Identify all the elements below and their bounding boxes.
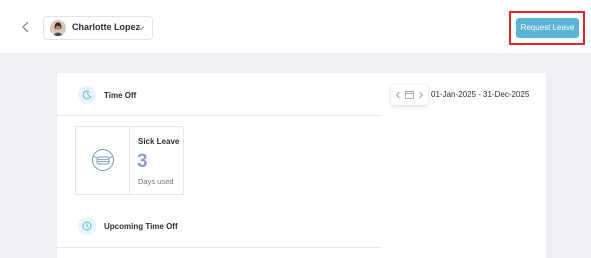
leave-count: 3 xyxy=(137,151,148,172)
next-period-icon[interactable] xyxy=(417,90,425,100)
leave-balance-card: Sick Leave 3 Days used xyxy=(75,126,184,195)
divider xyxy=(57,115,381,116)
employee-selector[interactable]: Charlotte Lopez xyxy=(43,16,153,40)
date-range: 01-Jan-2025 - 31-Dec-2025 xyxy=(431,90,530,99)
upcoming-time-off-title: Upcoming Time Off xyxy=(104,222,178,231)
leave-type: Sick Leave xyxy=(138,137,180,146)
back-button[interactable] xyxy=(18,19,34,35)
clock-icon xyxy=(78,217,96,235)
divider xyxy=(57,247,381,248)
time-off-card: Time Off 01-Jan-2025 - 31-Dec-2025 Sick … xyxy=(57,73,546,258)
card-divider xyxy=(129,127,130,194)
employee-name: Charlotte Lopez xyxy=(72,22,141,32)
sick-mask-icon xyxy=(92,149,114,171)
date-navigator xyxy=(391,85,428,105)
prev-period-icon[interactable] xyxy=(394,90,402,100)
time-off-title: Time Off xyxy=(104,91,137,100)
top-bar: Charlotte Lopez Request Leave xyxy=(0,0,591,53)
avatar xyxy=(50,20,66,36)
moon-icon xyxy=(78,86,96,104)
calendar-icon[interactable] xyxy=(405,90,414,99)
request-leave-button[interactable]: Request Leave xyxy=(516,18,579,38)
leave-unit: Days used xyxy=(138,177,174,186)
chevron-left-icon xyxy=(22,21,29,33)
chevron-down-icon xyxy=(137,26,145,31)
